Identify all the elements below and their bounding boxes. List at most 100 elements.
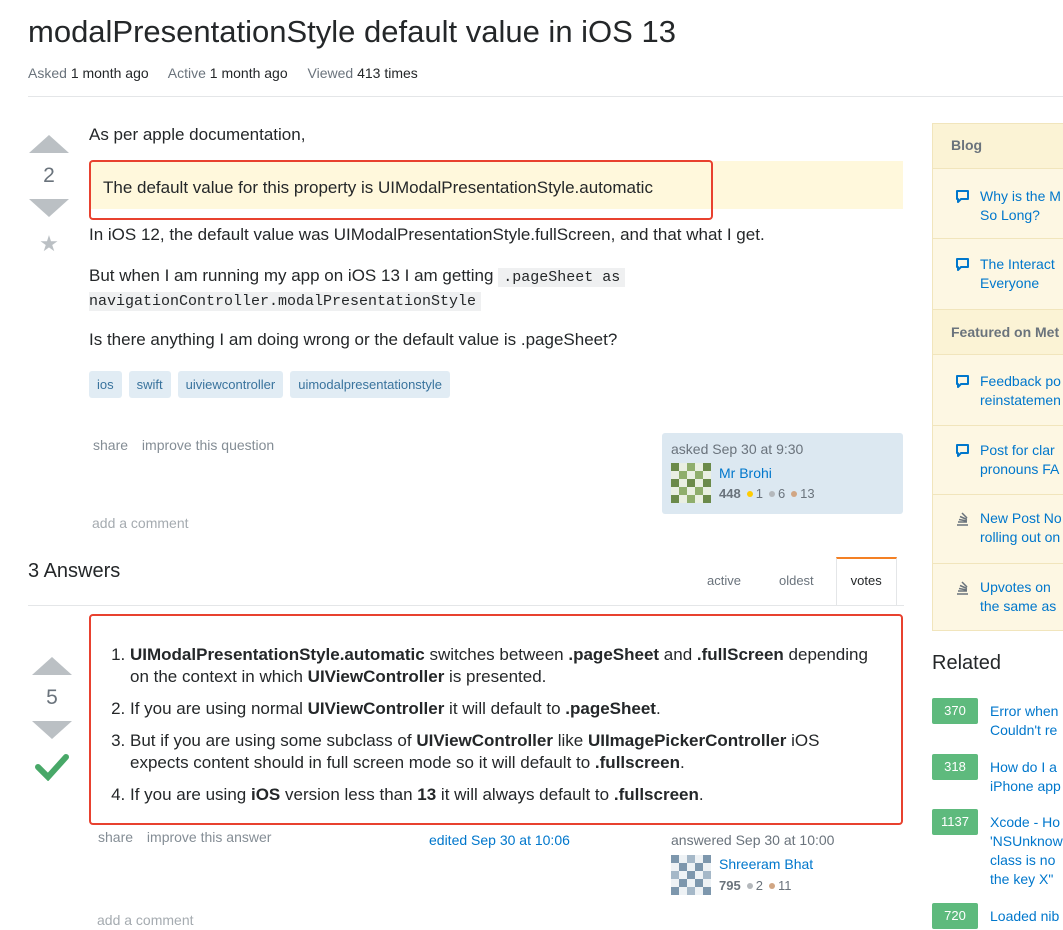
- list-item: UIModalPresentationStyle.automatic switc…: [130, 644, 877, 688]
- tab-votes[interactable]: votes: [835, 557, 897, 605]
- answer-post-menu: share improve this answer: [98, 829, 281, 845]
- inline-code: navigationController.modalPresentationSt…: [89, 292, 482, 311]
- asked-label: Asked: [28, 65, 67, 81]
- tag-ios[interactable]: ios: [89, 371, 122, 398]
- question-paragraph-2: In iOS 12, the default value was UIModal…: [89, 225, 765, 244]
- sort-tabs: active oldest votes: [707, 557, 897, 605]
- share-link[interactable]: share: [93, 437, 128, 453]
- tab-active[interactable]: active: [707, 557, 741, 605]
- answered-time: answered Sep 30 at 10:00: [671, 832, 835, 848]
- bronze-badge-icon: [791, 491, 798, 498]
- related-score-badge: 318: [932, 754, 978, 780]
- question-meta: Asked 1 month ago Active 1 month ago Vie…: [28, 65, 434, 81]
- improve-question-link[interactable]: improve this question: [142, 437, 274, 453]
- downvote-arrow-icon[interactable]: [29, 199, 69, 217]
- list-item: If you are using normal UIViewController…: [130, 698, 877, 720]
- stack-exchange-icon: [957, 581, 968, 595]
- related-header: Related: [932, 652, 1001, 674]
- list-item: If you are using iOS version less than 1…: [130, 784, 877, 806]
- bronze-badge-icon: [768, 883, 775, 890]
- accepted-check-icon: [35, 754, 69, 781]
- p3-text: But when I am running my app on iOS 13 I…: [89, 266, 494, 285]
- active-value[interactable]: 1 month ago: [210, 65, 288, 81]
- asked-value: 1 month ago: [70, 65, 149, 81]
- user-avatar[interactable]: [671, 855, 711, 895]
- bronze-badge-count: 11: [777, 878, 792, 893]
- related-link[interactable]: Xcode - Ho 'NSUnknow class is no the key X": [990, 813, 1063, 889]
- silver-badge-count: 2: [755, 878, 763, 893]
- question-intro: As per apple documentation,: [89, 125, 306, 144]
- chat-bubble-icon: [956, 375, 969, 388]
- user-name[interactable]: Mr Brohi: [719, 465, 772, 481]
- answer-vote-count: 5: [46, 686, 58, 709]
- silver-badge-icon: [768, 491, 775, 498]
- related-score-badge: 370: [932, 698, 978, 724]
- related-link[interactable]: Error when Couldn't re: [990, 702, 1058, 740]
- divider: [933, 425, 1063, 426]
- tag-uimodalpresentationstyle[interactable]: uimodalpresentationstyle: [290, 371, 451, 398]
- user-reputation: 448 1 6 13: [719, 486, 815, 501]
- improve-answer-link[interactable]: improve this answer: [147, 829, 272, 845]
- answers-count-header: 3 Answers: [28, 560, 121, 582]
- meta-item-2[interactable]: Post for clar pronouns FA: [955, 441, 1059, 479]
- viewed-value: 413 times: [357, 65, 418, 81]
- related-score-badge: 720: [932, 903, 978, 929]
- blog-item-1[interactable]: Why is the M So Long?: [955, 187, 1061, 225]
- tag-uiviewcontroller[interactable]: uiviewcontroller: [177, 371, 284, 398]
- active-label: Active: [167, 65, 206, 81]
- upvote-arrow-icon[interactable]: [29, 135, 69, 153]
- answer-vote-cell: 5: [30, 657, 74, 781]
- answer-list: UIModalPresentationStyle.automatic switc…: [107, 644, 877, 816]
- answers-divider: [28, 605, 904, 606]
- chat-bubble-icon: [956, 444, 969, 457]
- inline-code: .pageSheet as: [498, 268, 626, 287]
- divider: [933, 563, 1063, 564]
- list-item: But if you are using some subclass of UI…: [130, 730, 877, 774]
- related-link[interactable]: Loaded nib: [990, 907, 1059, 926]
- stack-exchange-icon: [957, 512, 968, 526]
- divider: [933, 238, 1063, 239]
- favorite-star-icon[interactable]: ★: [27, 231, 71, 257]
- chat-bubble-icon: [956, 190, 969, 203]
- related-link[interactable]: How do I a iPhone app: [990, 758, 1061, 796]
- meta-item-3[interactable]: New Post No rolling out on: [955, 509, 1062, 547]
- user-avatar[interactable]: [671, 463, 711, 503]
- upvote-arrow-icon[interactable]: [32, 657, 72, 675]
- question-paragraph-3: But when I am running my app on iOS 13 I…: [89, 266, 626, 287]
- divider: [933, 494, 1063, 495]
- gold-badge-icon: [746, 491, 753, 498]
- question-paragraph-3-cont: navigationController.modalPresentationSt…: [89, 290, 482, 311]
- question-vote-cell: 2 ★: [27, 135, 71, 257]
- silver-badge-count: 6: [777, 486, 786, 501]
- meta-item-4[interactable]: Upvotes on the same as: [955, 578, 1056, 616]
- edited-time-link[interactable]: edited Sep 30 at 10:06: [429, 832, 570, 848]
- related-score-badge: 1137: [932, 809, 978, 835]
- user-reputation: 795 2 11: [719, 878, 791, 893]
- title-divider: [28, 96, 1063, 97]
- chat-bubble-icon: [956, 258, 969, 271]
- question-paragraph-4: Is there anything I am doing wrong or th…: [89, 330, 618, 349]
- highlight-box-quote: [89, 160, 713, 220]
- blog-item-2[interactable]: The Interact Everyone: [955, 255, 1055, 293]
- tag-swift[interactable]: swift: [128, 371, 171, 398]
- question-vote-count: 2: [43, 164, 55, 187]
- asked-time: asked Sep 30 at 9:30: [671, 441, 804, 457]
- gold-badge-count: 1: [755, 486, 763, 501]
- blog-header: Blog: [933, 124, 1063, 169]
- reputation-score: 448: [719, 486, 741, 501]
- question-post-menu: share improve this question: [93, 437, 284, 453]
- question-tags: ios swift uiviewcontroller uimodalpresen…: [89, 371, 451, 398]
- question-title[interactable]: modalPresentationStyle default value in …: [28, 14, 676, 50]
- featured-meta-header: Featured on Met: [933, 309, 1063, 355]
- add-comment-link[interactable]: add a comment: [92, 515, 189, 531]
- tab-oldest[interactable]: oldest: [779, 557, 814, 605]
- add-comment-link[interactable]: add a comment: [97, 912, 194, 928]
- user-name[interactable]: Shreeram Bhat: [719, 856, 813, 872]
- blog-sidebar: Blog Why is the M So Long? The Interact Ev…: [932, 123, 1063, 631]
- reputation-score: 795: [719, 878, 741, 893]
- share-link[interactable]: share: [98, 829, 133, 845]
- meta-item-1[interactable]: Feedback po reinstatemen: [955, 372, 1061, 410]
- bronze-badge-count: 13: [800, 486, 815, 501]
- downvote-arrow-icon[interactable]: [32, 721, 72, 739]
- viewed-label: Viewed: [307, 65, 354, 81]
